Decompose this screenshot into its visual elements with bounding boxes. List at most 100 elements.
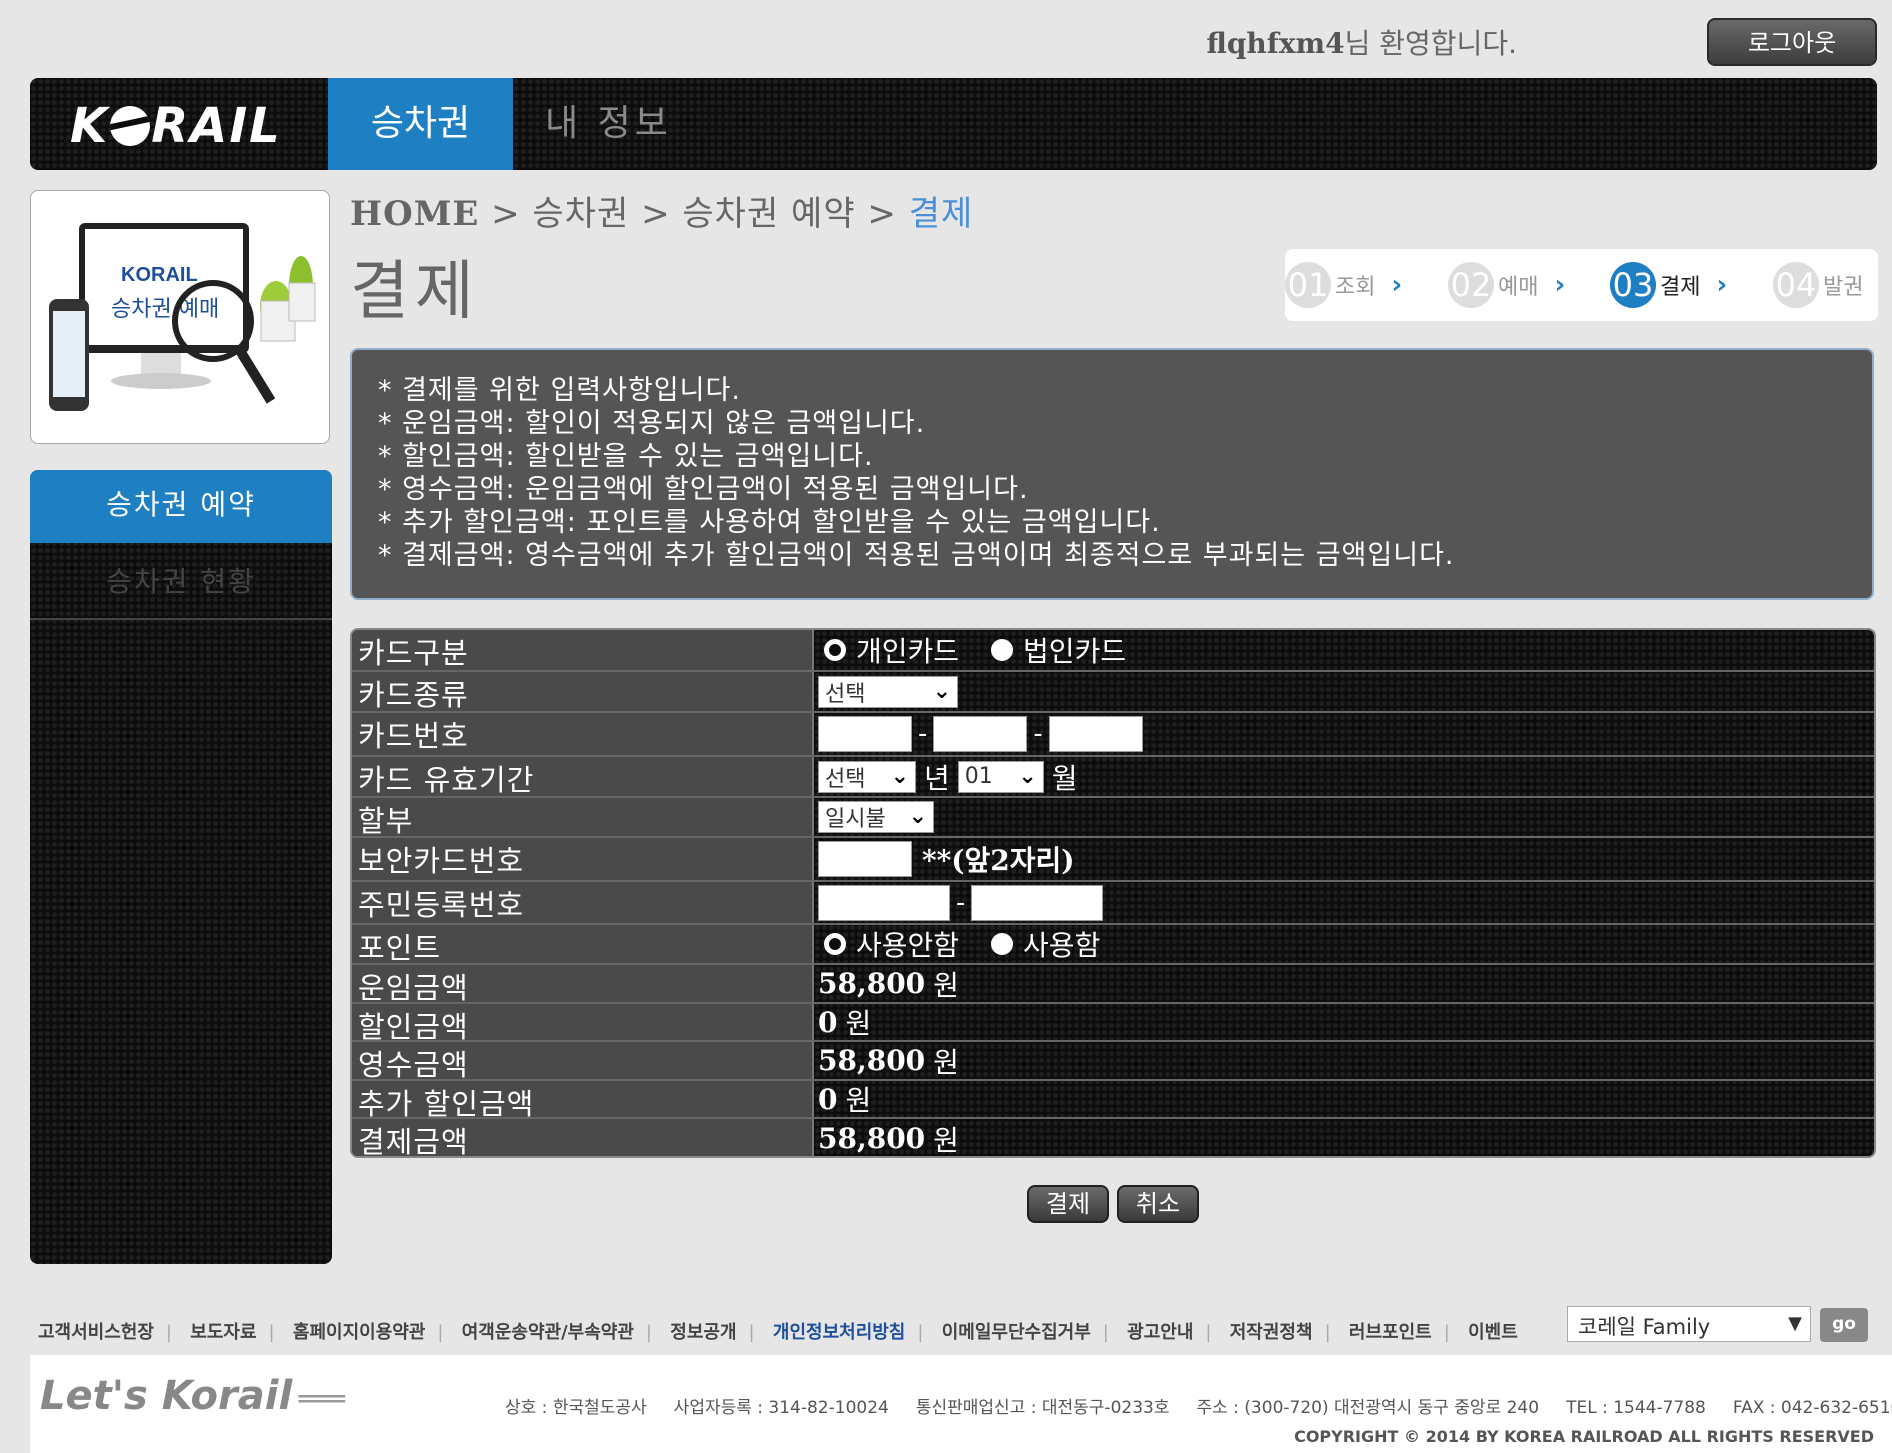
go-button[interactable]: go <box>1820 1308 1868 1342</box>
row-card-type: 카드구분 개인카드 법인카드 <box>352 630 1874 672</box>
step-label: 예매 <box>1498 275 1539 300</box>
resident-number-label: 주민등록번호 <box>352 882 812 923</box>
chevron-down-icon: ⌄ <box>890 763 909 789</box>
row-card-kind: 카드종류 선택 ⌄ <box>352 672 1874 713</box>
expiry-month-select[interactable]: 01 ⌄ <box>957 760 1044 793</box>
card-kind-label: 카드종류 <box>352 672 812 712</box>
lets-korail-logo: Let's Korail ═══ <box>40 1373 345 1419</box>
notice-line: * 결제를 위한 입력사항입니다. <box>378 375 741 406</box>
footer-link[interactable]: 이메일무단수집거부 <box>942 1322 1091 1343</box>
breadcrumb-sep: > <box>867 194 897 234</box>
resident-number-back[interactable] <box>971 884 1104 921</box>
security-card-field[interactable] <box>818 841 912 877</box>
breadcrumb-sep: > <box>491 194 521 234</box>
fare-amount: 58,800 <box>818 967 926 1000</box>
radio-points-unused[interactable] <box>824 933 846 955</box>
footer-link[interactable]: 광고안내 <box>1127 1322 1193 1343</box>
footer-link[interactable]: 이벤트 <box>1468 1322 1518 1343</box>
step-number: 04 <box>1773 262 1819 308</box>
footer: Let's Korail ═══ 상호 : 한국철도공사 사업자등록 : 314… <box>30 1355 1892 1453</box>
username: flqhfxm4 <box>1206 27 1345 60</box>
step-number: 02 <box>1448 262 1494 308</box>
card-kind-select[interactable]: 선택 ⌄ <box>818 675 958 708</box>
monitor-phone-illustration: KORAIL 승차권 예매 <box>49 223 316 411</box>
breadcrumb-item-ticket[interactable]: 승차권 <box>532 194 629 234</box>
card-expiry-label: 카드 유효기간 <box>352 757 812 797</box>
card-number-field-2[interactable] <box>933 716 1028 752</box>
total-amount: 58,800 <box>818 1122 926 1155</box>
currency-unit: 원 <box>845 1084 872 1117</box>
step-reserve: 02 예매 › <box>1448 261 1565 309</box>
personal-card-label: 개인카드 <box>856 635 960 668</box>
points-label: 포인트 <box>352 925 812 965</box>
currency-unit: 원 <box>933 968 959 1002</box>
card-type-options: 개인카드 법인카드 <box>812 630 1874 670</box>
extra-discount-label: 추가 할인금액 <box>352 1081 812 1121</box>
month-unit: 월 <box>1051 761 1078 795</box>
card-number-field-3[interactable] <box>1048 716 1143 752</box>
currency-unit: 원 <box>933 1123 959 1157</box>
expiry-year-select[interactable]: 선택 ⌄ <box>818 760 916 793</box>
step-number: 03 <box>1610 262 1656 308</box>
receipt-amount: 58,800 <box>818 1044 926 1077</box>
notice-line: * 추가 할인금액: 포인트를 사용하여 할인받을 수 있는 금액입니다. <box>378 507 1161 538</box>
family-site-select[interactable]: 코레일 Family ▼ <box>1567 1306 1811 1342</box>
footer-link[interactable]: 고객서비스헌장 <box>38 1322 154 1343</box>
receipt-label: 영수금액 <box>352 1042 812 1082</box>
breadcrumb-item-reserve[interactable]: 승차권 예약 <box>682 194 855 234</box>
resident-number-front[interactable] <box>818 884 950 921</box>
footer-link[interactable]: 여객운송약관/부속약관 <box>462 1322 634 1343</box>
footer-link[interactable]: 보도자료 <box>190 1322 256 1343</box>
step-label: 조회 <box>1335 275 1376 300</box>
banner-logo: KORAIL <box>121 264 198 286</box>
copyright: COPYRIGHT © 2014 BY KOREA RAILROAD ALL R… <box>1294 1427 1874 1446</box>
step-label: 결제 <box>1660 275 1701 300</box>
payment-form: 카드구분 개인카드 법인카드 카드종류 선택 ⌄ 카드번호 - - 카드 유효기간… <box>350 628 1876 1158</box>
fare-label: 운임금액 <box>352 965 812 1005</box>
banner-caption: 승차권 예매 <box>111 297 219 322</box>
sidebar-menu: 승차권 예약 승차권 현황 <box>30 470 332 1264</box>
footer-links: 고객서비스헌장 | 보도자료 | 홈페이지이용약관 | 여객운송약관/부속약관 | 정보… <box>38 1322 1518 1343</box>
payment-notice: * 결제를 위한 입력사항입니다. * 운임금액: 할인이 적용되지 않은 금액… <box>350 348 1874 600</box>
extra-discount-amount: 0 <box>818 1082 838 1116</box>
step-payment: 03 결제 › <box>1610 261 1727 309</box>
breadcrumb-current: 결제 <box>908 194 974 234</box>
breadcrumb-home[interactable]: HOME <box>350 194 479 234</box>
main-nav: K RAIL 승차권 내 정보 <box>30 78 1877 170</box>
sidebar-item-status[interactable]: 승차권 현황 <box>30 546 332 620</box>
notice-line: * 할인금액: 할인받을 수 있는 금액입니다. <box>378 441 874 472</box>
korail-logo[interactable]: K RAIL <box>70 98 282 154</box>
pay-button[interactable]: 결제 <box>1027 1185 1109 1223</box>
dash: - <box>1033 719 1043 749</box>
footer-link[interactable]: 저작권정책 <box>1230 1322 1313 1343</box>
card-number-field-1[interactable] <box>818 716 912 752</box>
security-card-hint: **(앞2자리) <box>922 844 1075 877</box>
tab-my-info[interactable]: 내 정보 <box>545 78 672 170</box>
cancel-button[interactable]: 취소 <box>1117 1185 1199 1223</box>
tab-ticket[interactable]: 승차권 <box>328 78 513 170</box>
notice-line: * 영수금액: 운임금액에 할인금액이 적용된 금액입니다. <box>378 474 1029 505</box>
logout-button[interactable]: 로그아웃 <box>1707 18 1877 66</box>
footer-link[interactable]: 홈페이지이용약관 <box>293 1322 425 1343</box>
dropdown-arrow-icon: ▼ <box>1788 1313 1802 1334</box>
row-installment: 할부 일시불 ⌄ <box>352 798 1874 838</box>
welcome-message: flqhfxm4님 환영합니다. <box>1206 22 1517 62</box>
logo-text-right: RAIL <box>151 98 282 154</box>
card-number-label: 카드번호 <box>352 713 812 755</box>
sidebar-item-reserve[interactable]: 승차권 예약 <box>30 470 332 543</box>
radio-points-used[interactable] <box>991 933 1014 955</box>
step-search: 01 조회 › <box>1285 261 1402 309</box>
currency-unit: 원 <box>845 1007 872 1040</box>
radio-corporate-card[interactable] <box>991 639 1014 661</box>
welcome-suffix: 님 환영합니다. <box>1344 27 1517 60</box>
installment-select[interactable]: 일시불 ⌄ <box>818 801 934 833</box>
row-total: 결제금액 58,800 원 <box>352 1119 1874 1157</box>
footer-link-privacy[interactable]: 개인정보처리방침 <box>773 1322 905 1343</box>
footer-link[interactable]: 정보공개 <box>670 1322 736 1343</box>
footer-link[interactable]: 러브포인트 <box>1349 1322 1432 1343</box>
chevron-right-icon: › <box>1391 270 1403 300</box>
progress-steps: 01 조회 › 02 예매 › 03 결제 › 04 발권 <box>1285 249 1878 321</box>
chevron-right-icon: › <box>1554 270 1566 300</box>
corporate-card-label: 법인카드 <box>1023 635 1127 668</box>
radio-personal-card[interactable] <box>824 639 846 661</box>
